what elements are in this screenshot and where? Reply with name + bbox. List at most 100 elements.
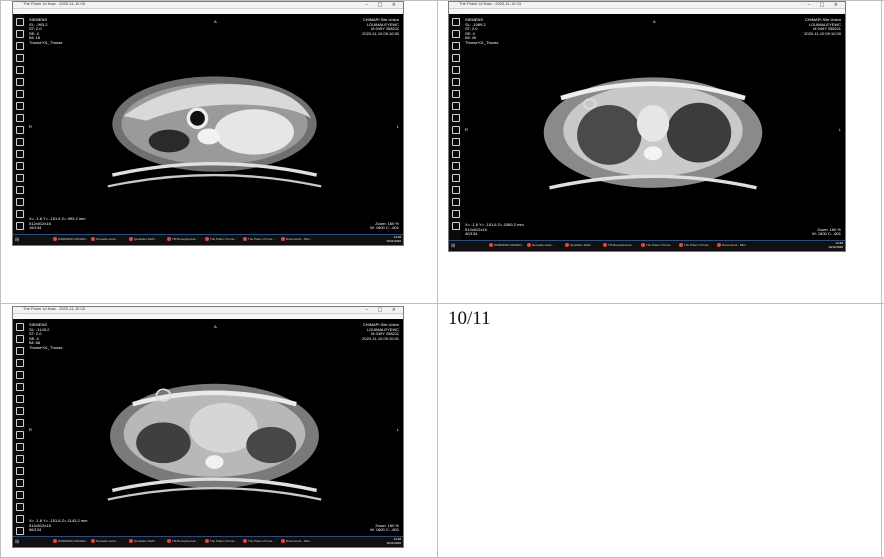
tool-icon bbox=[16, 479, 24, 487]
tool-icon bbox=[16, 515, 24, 523]
taskbar-item-label: WORDPAD ANCIEN... bbox=[58, 237, 88, 241]
tool-icon bbox=[16, 198, 24, 206]
tool-icon bbox=[16, 138, 24, 146]
taskbar-item[interactable]: Quotidien 2020... bbox=[129, 237, 157, 243]
taskbar-item[interactable]: WORDPAD ANCIEN... bbox=[489, 243, 524, 249]
tool-icon bbox=[452, 78, 460, 86]
taskbar-item-label: The Poker UI host... bbox=[684, 243, 711, 247]
taskbar-item[interactable]: Quotidien 2020... bbox=[129, 539, 157, 545]
orientation-marker-right: L bbox=[396, 124, 399, 129]
app-icon bbox=[129, 237, 133, 242]
tool-palette bbox=[13, 319, 25, 537]
taskbar-item[interactable]: Nouvelle sortie... bbox=[91, 237, 118, 243]
window-controls: – □ × bbox=[807, 2, 842, 8]
app-icon bbox=[53, 237, 57, 242]
taskbar-item[interactable]: WORDPAD ANCIEN... bbox=[53, 539, 88, 545]
start-button[interactable]: ⊞ bbox=[15, 237, 19, 243]
taskbar-item[interactable]: The Poker UI host... bbox=[641, 243, 673, 249]
overlay-top-right: CHIMAPI Site Union LOUIMALEYEWC M 049Y 2… bbox=[362, 322, 399, 341]
tool-icon bbox=[16, 222, 24, 230]
page-label: 10/11 bbox=[448, 308, 491, 329]
start-button[interactable]: ⊞ bbox=[451, 243, 455, 249]
app-icon bbox=[129, 539, 133, 544]
taskbar-item[interactable]: Nouvelle sortie... bbox=[527, 243, 554, 249]
tool-icon bbox=[16, 407, 24, 415]
tool-icon bbox=[16, 371, 24, 379]
tool-icon bbox=[16, 186, 24, 194]
overlay-top-right: CHIMAPI Site Union LOUIMALEYEWC M 049Y 2… bbox=[804, 17, 841, 36]
window-controls: – □ × bbox=[365, 307, 400, 313]
app-icon bbox=[679, 243, 683, 248]
taskbar-item-label: TM Receptionnell... bbox=[172, 237, 198, 241]
tool-icon bbox=[16, 42, 24, 50]
windows-taskbar: ⊞ WORDPAD ANCIEN... Nouvelle sortie... Quot… bbox=[13, 536, 403, 547]
tool-icon bbox=[16, 90, 24, 98]
tool-icon bbox=[452, 54, 460, 62]
taskbar-item[interactable]: TM Receptionnell... bbox=[603, 243, 634, 249]
table-border-left bbox=[0, 0, 1, 558]
app-icon bbox=[281, 539, 285, 544]
tool-palette bbox=[449, 14, 461, 241]
taskbar-clock: 14:38 10/11/2020 bbox=[386, 537, 401, 545]
app-icon bbox=[243, 539, 247, 544]
window-title: The Poker UI Now - 2020-11-10 03 bbox=[459, 1, 521, 6]
tool-icon bbox=[452, 174, 460, 182]
taskbar-item[interactable]: Document1 - Micr... bbox=[281, 237, 312, 243]
tool-icon bbox=[16, 30, 24, 38]
taskbar-clock: 14:38 10/11/2020 bbox=[828, 241, 843, 249]
app-icon bbox=[641, 243, 645, 248]
tool-icon bbox=[452, 210, 460, 218]
taskbar-item[interactable]: TM Receptionnell... bbox=[167, 237, 198, 243]
taskbar-item-label: WORDPAD ANCIEN... bbox=[58, 539, 88, 543]
tool-icon bbox=[16, 174, 24, 182]
taskbar-item[interactable]: The Poker UI host... bbox=[205, 539, 237, 545]
taskbar-item-label: Quotidien 2020... bbox=[134, 237, 157, 241]
window-controls: – □ × bbox=[365, 2, 400, 8]
taskbar-item[interactable]: The Poker UI host... bbox=[679, 243, 711, 249]
tool-icon bbox=[16, 431, 24, 439]
taskbar-item[interactable]: The Poker UI host... bbox=[243, 539, 275, 545]
taskbar-item[interactable]: Quotidien 2020... bbox=[565, 243, 593, 249]
overlay-bottom-left: X= -1.6 Y= -151.6 Z=-1069.2 mm 512x512x1… bbox=[465, 222, 524, 237]
tool-icon bbox=[16, 150, 24, 158]
orientation-marker-left: R bbox=[29, 427, 32, 432]
start-button[interactable]: ⊞ bbox=[15, 539, 19, 545]
taskbar-item-label: Nouvelle sortie... bbox=[532, 243, 555, 247]
ct-screenshot-1: The Poker UI Now - 2020-11-10 03– □ ×Fic… bbox=[12, 1, 404, 246]
taskbar-item[interactable]: WORDPAD ANCIEN... bbox=[53, 237, 88, 243]
app-icon bbox=[53, 539, 57, 544]
table-row-divider bbox=[0, 303, 884, 304]
document-table: The Poker UI Now - 2020-11-10 03– □ ×Fic… bbox=[0, 0, 884, 558]
tool-icon bbox=[16, 455, 24, 463]
app-icon bbox=[243, 237, 247, 242]
windows-taskbar: ⊞ WORDPAD ANCIEN... Nouvelle sortie... Quot… bbox=[13, 234, 403, 245]
tool-icon bbox=[16, 102, 24, 110]
tool-icon bbox=[16, 210, 24, 218]
tool-icon bbox=[16, 419, 24, 427]
taskbar-item-label: The Poker UI host... bbox=[248, 237, 275, 241]
ct-scan-image bbox=[543, 77, 763, 190]
overlay-top-left: SIEMENS SL: -993.2 ST: 2.0 SE: 4 IM: 16 … bbox=[29, 17, 63, 45]
taskbar-item[interactable]: Nouvelle sortie... bbox=[91, 539, 118, 545]
orientation-marker-left: R bbox=[465, 127, 468, 132]
taskbar-item-label: The Poker UI host... bbox=[248, 539, 275, 543]
taskbar-item[interactable]: The Poker UI host... bbox=[205, 237, 237, 243]
taskbar-item-label: The Poker UI host... bbox=[210, 539, 237, 543]
orientation-marker-top: A bbox=[214, 324, 217, 329]
taskbar-item-label: Document1 - Micr... bbox=[286, 539, 313, 543]
taskbar-item[interactable]: TM Receptionnell... bbox=[167, 539, 198, 545]
taskbar-item[interactable]: Document1 - Micr... bbox=[717, 243, 748, 249]
taskbar-item-label: Nouvelle sortie... bbox=[96, 539, 119, 543]
tool-icon bbox=[16, 383, 24, 391]
tool-icon bbox=[16, 54, 24, 62]
app-icon bbox=[281, 237, 285, 242]
tool-icon bbox=[452, 222, 460, 230]
taskbar-item-label: Document1 - Micr... bbox=[286, 237, 313, 241]
taskbar-item-label: The Poker UI host... bbox=[646, 243, 673, 247]
taskbar-item-label: TM Receptionnell... bbox=[172, 539, 198, 543]
overlay-bottom-right: Zoom: 160 % W: 1600 C: -601 bbox=[369, 522, 399, 533]
taskbar-item[interactable]: The Poker UI host... bbox=[243, 237, 275, 243]
overlay-bottom-right: Zoom: 160 % W: 1600 C: -601 bbox=[811, 226, 841, 237]
taskbar-item[interactable]: Document1 - Micr... bbox=[281, 539, 312, 545]
taskbar-item-label: The Poker UI host... bbox=[210, 237, 237, 241]
